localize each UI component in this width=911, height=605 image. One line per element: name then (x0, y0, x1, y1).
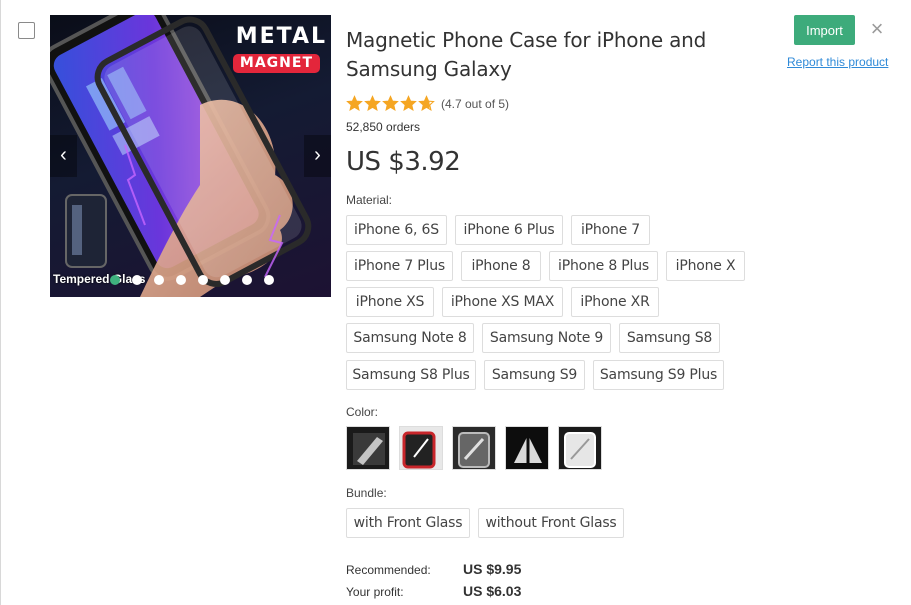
carousel-dot[interactable] (264, 275, 274, 285)
material-option[interactable]: iPhone 8 (461, 251, 541, 281)
carousel-dot[interactable] (154, 275, 164, 285)
material-option[interactable]: Samsung S9 Plus (593, 360, 724, 390)
carousel-dots (110, 275, 274, 287)
product-price: US $3.92 (346, 147, 461, 177)
star-icon (400, 95, 417, 111)
card-left-border (0, 0, 1, 605)
phone-case-white-icon (559, 427, 601, 469)
import-button[interactable]: Import (794, 15, 855, 45)
material-option[interactable]: iPhone 6 Plus (455, 215, 563, 245)
star-icon (346, 95, 363, 111)
material-option[interactable]: Samsung Note 8 (346, 323, 474, 353)
color-label: Color: (346, 405, 379, 419)
chevron-right-icon: › (314, 144, 321, 166)
phone-case-silver-icon (453, 427, 495, 469)
phone-case-red-icon (400, 427, 442, 469)
color-swatch-red[interactable] (399, 426, 443, 470)
close-icon: × (870, 16, 884, 41)
material-option[interactable]: Samsung S8 (619, 323, 720, 353)
material-option[interactable]: iPhone XR (571, 287, 659, 317)
star-icon (364, 95, 381, 111)
phone-case-black-icon (347, 427, 389, 469)
product-image-carousel[interactable]: METAL MAGNET Tempered Glass ‹ › (50, 15, 331, 297)
recommended-label: Recommended: (346, 563, 431, 577)
material-label: Material: (346, 193, 393, 207)
profit-label: Your profit: (346, 585, 404, 599)
material-option[interactable]: Samsung S9 (484, 360, 585, 390)
carousel-dot[interactable] (110, 275, 120, 285)
material-option[interactable]: Samsung S8 Plus (346, 360, 476, 390)
carousel-dot[interactable] (176, 275, 186, 285)
bundle-option[interactable]: without Front Glass (478, 508, 624, 538)
report-product-link[interactable]: Report this product (787, 55, 888, 69)
bundle-option[interactable]: with Front Glass (346, 508, 470, 538)
carousel-next-button[interactable]: › (304, 135, 331, 177)
star-icon (382, 95, 399, 111)
material-option[interactable]: iPhone 7 (571, 215, 650, 245)
carousel-dot[interactable] (220, 275, 230, 285)
color-swatch-silver[interactable] (452, 426, 496, 470)
material-option[interactable]: iPhone X (666, 251, 745, 281)
material-option[interactable]: iPhone 8 Plus (549, 251, 658, 281)
brand-magnet-badge: MAGNET (232, 54, 320, 73)
close-button[interactable]: × (868, 18, 886, 40)
color-swatch-white[interactable] (558, 426, 602, 470)
color-swatch-black[interactable] (346, 426, 390, 470)
product-rating: (4.7 out of 5) (346, 95, 509, 112)
profit-value: US $6.03 (463, 583, 522, 599)
carousel-prev-button[interactable]: ‹ (50, 135, 77, 177)
orders-count: 52,850 orders (346, 120, 421, 134)
carousel-dot[interactable] (132, 275, 142, 285)
bundle-label: Bundle: (346, 486, 387, 500)
brand-metal-text: METAL (235, 24, 327, 49)
carousel-dot[interactable] (242, 275, 252, 285)
phone-case-black-white-icon (506, 427, 548, 469)
carousel-dot[interactable] (198, 275, 208, 285)
material-option[interactable]: iPhone 6, 6S (346, 215, 447, 245)
material-option[interactable]: iPhone XS (346, 287, 434, 317)
color-swatch-black-white[interactable] (505, 426, 549, 470)
rating-stars (346, 95, 435, 112)
material-option[interactable]: iPhone XS MAX (442, 287, 563, 317)
chevron-left-icon: ‹ (60, 144, 67, 166)
star-icon (418, 95, 435, 111)
select-product-checkbox[interactable] (18, 22, 35, 39)
material-option[interactable]: Samsung Note 9 (482, 323, 611, 353)
rating-text: (4.7 out of 5) (441, 96, 510, 111)
recommended-price: US $9.95 (463, 561, 522, 577)
material-option[interactable]: iPhone 7 Plus (346, 251, 453, 281)
product-title: Magnetic Phone Case for iPhone and Samsu… (346, 28, 707, 81)
